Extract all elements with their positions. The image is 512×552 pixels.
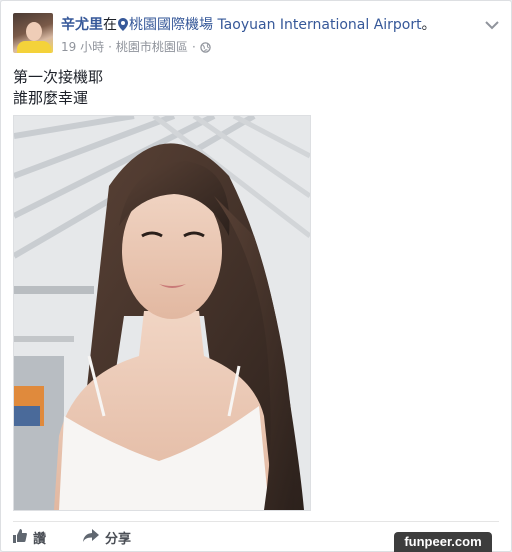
avatar[interactable]	[13, 13, 53, 53]
like-button[interactable]: 讚	[13, 528, 46, 547]
like-label: 讚	[33, 532, 47, 547]
post-time[interactable]: 19 小時	[61, 40, 104, 54]
post-body: 第一次接機耶 誰那麼幸運	[13, 67, 103, 109]
post-location[interactable]: 桃園市桃園區	[116, 40, 188, 54]
avatar-shirt	[17, 41, 51, 53]
actions-divider	[13, 521, 499, 522]
post-photo[interactable]	[13, 115, 311, 511]
globe-icon[interactable]	[200, 42, 211, 56]
chevron-down-icon[interactable]	[485, 15, 499, 30]
share-arrow-icon	[83, 529, 99, 546]
thumbs-up-icon	[13, 528, 27, 547]
post-photo-drawing	[14, 116, 310, 510]
meta-separator: ·	[108, 40, 112, 54]
post-header: 辛尤里在 桃園國際機場 Taoyuan International Airport…	[61, 14, 436, 35]
map-pin-icon	[118, 18, 128, 35]
author-name[interactable]: 辛尤里	[61, 17, 103, 33]
share-label: 分享	[105, 532, 132, 547]
post-text-line-2: 誰那麼幸運	[13, 89, 89, 107]
watermark: funpeer.com	[394, 532, 492, 552]
share-button[interactable]: 分享	[83, 528, 131, 547]
avatar-face	[26, 22, 42, 41]
period: 。	[421, 17, 436, 33]
in-word: 在	[103, 17, 117, 33]
post-meta: 19 小時 · 桃園市桃園區 ·	[61, 38, 211, 56]
place-link[interactable]: 桃園國際機場 Taoyuan International Airport	[129, 17, 422, 33]
post-text-line-1: 第一次接機耶	[13, 68, 104, 86]
meta-separator-2: ·	[191, 40, 196, 54]
post-card: 辛尤里在 桃園國際機場 Taoyuan International Airport…	[0, 0, 512, 552]
